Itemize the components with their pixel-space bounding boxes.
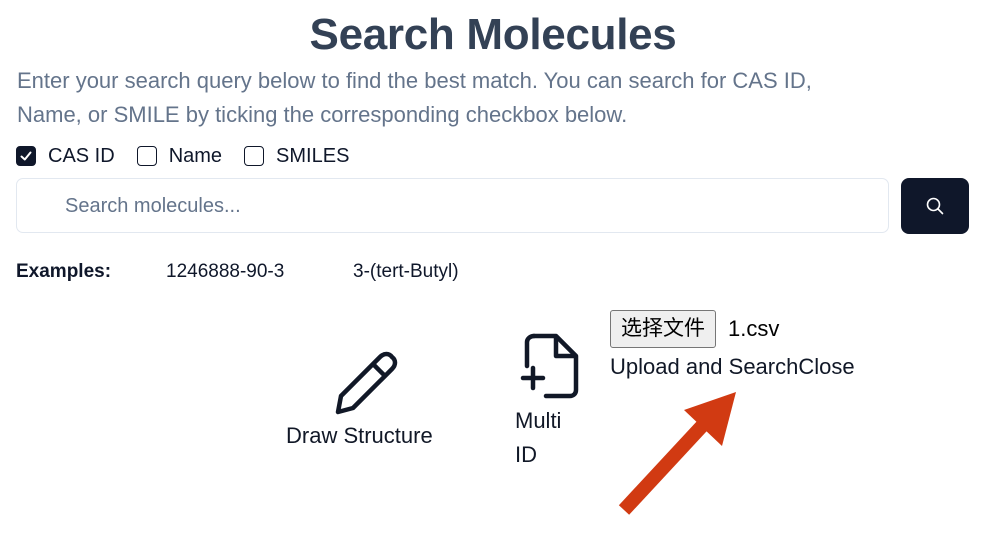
upload-actions: Upload and SearchClose [610,352,855,382]
filter-name[interactable]: Name [136,144,223,168]
smiles-checkbox[interactable] [244,146,265,166]
check-icon [20,151,32,161]
file-plus-icon [520,333,579,399]
draw-structure-label: Draw Structure [286,423,433,448]
search-input[interactable] [63,179,867,234]
search-icon [926,197,944,215]
multi-id-label-line1: Multi [515,408,562,433]
name-checkbox[interactable] [136,146,157,166]
cas-id-label: CAS ID [48,144,115,167]
choose-file-button[interactable]: 选择文件 [610,310,716,348]
search-box [16,178,889,234]
multi-id-label-line2: ID [515,442,537,467]
page-description: Enter your search query below to find th… [17,68,812,127]
filter-cas-id[interactable]: CAS ID [16,145,115,168]
cas-id-checkbox[interactable] [16,146,36,166]
multi-id-label: Multi ID [515,404,561,472]
example-item[interactable]: 3-(tert-Butyl) [353,259,459,285]
search-button[interactable] [901,178,969,234]
annotation-arrow-icon [618,392,736,515]
pencil-icon [335,351,398,415]
smiles-label: SMILES [276,144,350,167]
filter-smiles[interactable]: SMILES [244,145,349,168]
page-title: Search Molecules [309,10,677,59]
search-type-filters: CAS ID Name SMILES [16,142,371,170]
example-item[interactable]: 1246888-90-3 [166,259,284,285]
close-button[interactable]: Close [798,354,854,379]
selected-file-name: 1.csv [728,316,780,341]
upload-and-search-button[interactable]: Upload and Search [610,354,798,379]
name-label: Name [168,144,223,167]
examples-label: Examples: [16,261,112,282]
